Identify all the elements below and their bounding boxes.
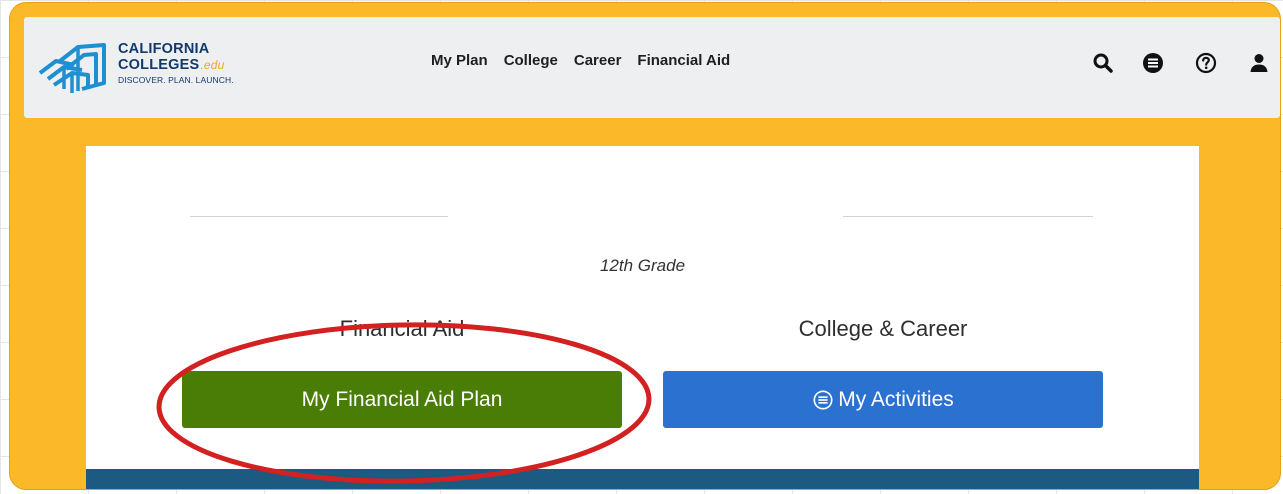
logo-text: CALIFORNIA COLLEGES.edu DISCOVER. PLAN. … xyxy=(118,41,234,87)
top-header: CALIFORNIA COLLEGES.edu DISCOVER. PLAN. … xyxy=(24,17,1280,118)
my-financial-aid-plan-button[interactable]: My Financial Aid Plan xyxy=(182,371,622,428)
screenshot-frame: CALIFORNIA COLLEGES.edu DISCOVER. PLAN. … xyxy=(10,3,1280,489)
user-icon[interactable] xyxy=(1247,51,1271,75)
financial-aid-button-label: My Financial Aid Plan xyxy=(301,387,503,411)
header-icons xyxy=(1091,51,1271,75)
nav-financial-aid[interactable]: Financial Aid xyxy=(637,51,730,71)
logo-steps-icon xyxy=(38,43,106,93)
financial-aid-heading: Financial Aid xyxy=(339,316,465,341)
my-activities-button[interactable]: My Activities xyxy=(663,371,1103,428)
search-icon[interactable] xyxy=(1091,51,1115,75)
logo-line-1: CALIFORNIA xyxy=(118,41,210,57)
logo-tagline: DISCOVER. PLAN. LAUNCH. xyxy=(118,75,234,85)
nav-career[interactable]: Career xyxy=(574,51,622,71)
list-icon xyxy=(813,389,833,410)
california-colleges-logo[interactable]: CALIFORNIA COLLEGES.edu DISCOVER. PLAN. … xyxy=(34,37,274,99)
nav-my-plan[interactable]: My Plan xyxy=(431,51,488,71)
nav-college[interactable]: College xyxy=(504,51,558,71)
main-nav: My Plan College Career Financial Aid xyxy=(431,51,730,71)
grade-label: 12th Grade xyxy=(599,256,686,275)
logo-colleges: COLLEGES xyxy=(118,57,200,73)
right-divider xyxy=(843,216,1093,217)
help-icon[interactable] xyxy=(1194,51,1218,75)
activities-button-label: My Activities xyxy=(838,387,954,411)
left-divider xyxy=(190,216,448,217)
college-career-heading: College & Career xyxy=(798,316,968,341)
list-icon[interactable] xyxy=(1141,51,1165,75)
plan-panel: 12th Grade Financial Aid College & Caree… xyxy=(86,146,1199,489)
panel-footer-bar xyxy=(86,469,1199,489)
logo-line-2: COLLEGES.edu xyxy=(118,57,234,73)
logo-edu-suffix: .edu xyxy=(200,58,225,72)
